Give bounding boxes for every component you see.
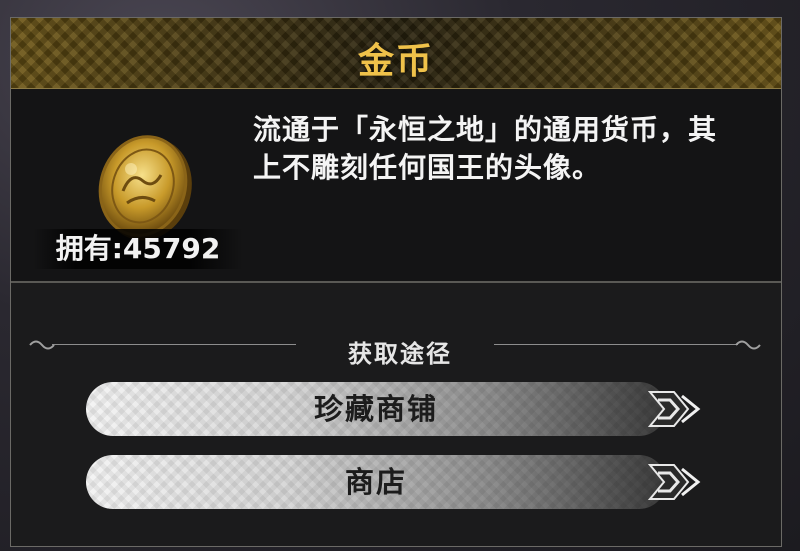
arrow-ornament-icon[interactable]: [634, 382, 704, 436]
description-line-1: 流通于「永恒之地」的通用货币，其: [253, 113, 718, 146]
route-label: 珍藏商铺: [313, 392, 438, 426]
item-description: 流通于「永恒之地」的通用货币，其 上不雕刻任何国王的头像。: [253, 111, 773, 187]
route-label: 商店: [344, 465, 407, 499]
divider-right: [494, 344, 738, 345]
divider-right-ornament-icon: [735, 340, 761, 350]
route-button-shop[interactable]: 商店: [86, 455, 666, 509]
obtain-section-title: 获取途径: [348, 340, 452, 368]
item-info-section: 拥有:45792 流通于「永恒之地」的通用货币，其 上不雕刻任何国王的头像。: [11, 89, 781, 283]
description-line-2: 上不雕刻任何国王的头像。: [253, 151, 602, 184]
owned-count: 拥有:45792: [33, 229, 243, 269]
item-title: 金币: [357, 41, 434, 82]
gold-coin-icon: [98, 135, 192, 241]
arrow-ornament-icon[interactable]: [634, 455, 704, 509]
title-bar: 金币: [11, 18, 781, 89]
route-button-treasure-shop[interactable]: 珍藏商铺: [86, 382, 666, 436]
